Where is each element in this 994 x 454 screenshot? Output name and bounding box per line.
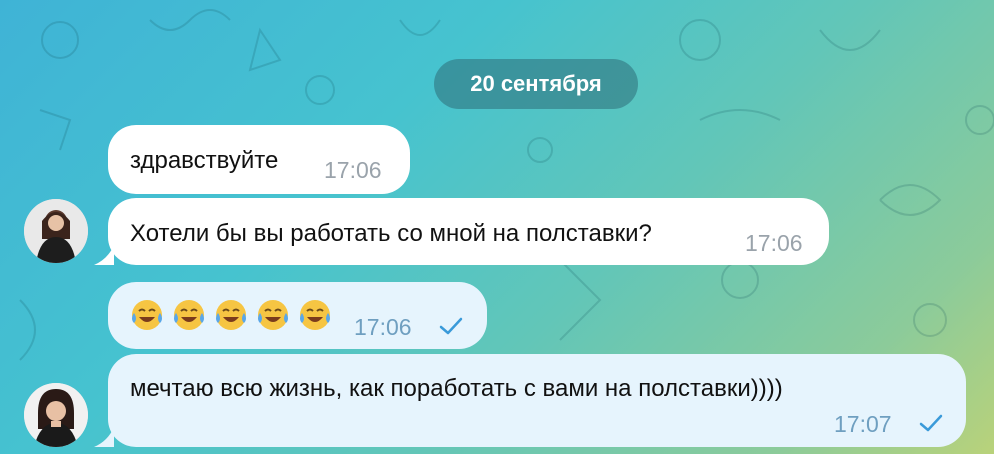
tears-of-joy-emoji-icon bbox=[174, 300, 204, 330]
message-time: 17:06 bbox=[324, 157, 382, 183]
emoji-message bbox=[130, 298, 340, 332]
sent-check-icon bbox=[919, 414, 943, 432]
message-text: мечтаю всю жизнь, как поработать с вами … bbox=[130, 375, 783, 402]
message-bubble-incoming[interactable]: здравствуйте 17:06 bbox=[108, 125, 410, 194]
message-time: 17:07 bbox=[834, 411, 892, 437]
message-text: Хотели бы вы работать со мной на полстав… bbox=[130, 220, 652, 247]
tears-of-joy-emoji-icon bbox=[258, 300, 288, 330]
message-bubble-outgoing[interactable]: мечтаю всю жизнь, как поработать с вами … bbox=[108, 354, 966, 447]
message-text: здравствуйте bbox=[130, 147, 279, 174]
tears-of-joy-emoji-icon bbox=[216, 300, 246, 330]
tears-of-joy-emoji-icon bbox=[300, 300, 330, 330]
date-separator: 20 сентября bbox=[434, 59, 638, 109]
my-avatar[interactable] bbox=[24, 383, 88, 447]
message-time: 17:06 bbox=[354, 314, 412, 340]
sender-avatar[interactable] bbox=[24, 199, 88, 263]
message-bubble-incoming[interactable]: Хотели бы вы работать со мной на полстав… bbox=[108, 198, 829, 265]
avatar-photo-icon bbox=[24, 383, 88, 447]
tears-of-joy-emoji-icon bbox=[132, 300, 162, 330]
avatar-photo-icon bbox=[24, 199, 88, 263]
message-time: 17:06 bbox=[745, 230, 803, 256]
message-bubble-outgoing[interactable]: 17:06 bbox=[108, 282, 487, 349]
sent-check-icon bbox=[439, 317, 463, 335]
